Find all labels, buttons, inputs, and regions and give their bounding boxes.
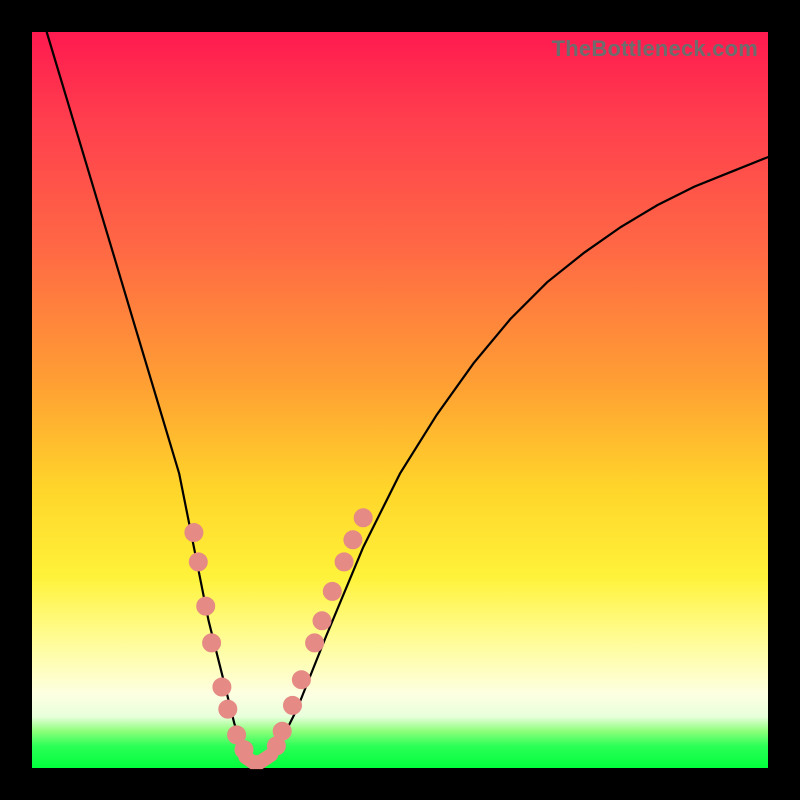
curve-marker (323, 582, 341, 600)
markers-left-group (185, 524, 253, 759)
plot-area: TheBottleneck.com (32, 32, 768, 768)
curve-marker (306, 634, 324, 652)
curve-marker (354, 509, 372, 527)
chart-frame: TheBottleneck.com (0, 0, 800, 800)
valley-link (245, 755, 271, 762)
curve-marker (189, 553, 207, 571)
curve-marker (344, 531, 362, 549)
curve-marker (313, 612, 331, 630)
curve-marker (203, 634, 221, 652)
curve-marker (213, 678, 231, 696)
curve-marker (185, 524, 203, 542)
curve-marker (284, 696, 302, 714)
curve-marker (273, 722, 291, 740)
curve-marker (335, 553, 353, 571)
chart-svg (32, 32, 768, 768)
curve-marker (292, 671, 310, 689)
curve-marker (219, 700, 237, 718)
curve-marker (197, 597, 215, 615)
bottleneck-curve (47, 32, 768, 764)
markers-right-group (267, 509, 372, 755)
